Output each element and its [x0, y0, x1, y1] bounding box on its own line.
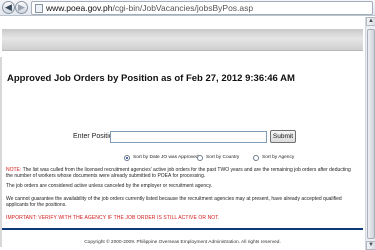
radio-icon[interactable]	[197, 155, 203, 161]
sort-by-country-label: Sort by Country	[206, 155, 240, 160]
page-title: Approved Job Orders by Position as of Fe…	[7, 73, 295, 84]
note-culled: NOTE: The list was culled from the licen…	[6, 167, 358, 179]
footer-divider	[2, 228, 363, 230]
radio-icon[interactable]	[124, 155, 130, 161]
scrollbar-thumb[interactable]	[367, 29, 375, 239]
url-field[interactable]: www.poea.gov.ph/cgi-bin/JobVacancies/job…	[31, 1, 373, 15]
footer-copyright: Copyright © 2000-2009. Philippine Overse…	[84, 240, 281, 245]
back-arrow-icon[interactable]: ◀	[2, 1, 15, 14]
forward-arrow-icon[interactable]: ▶	[15, 1, 28, 14]
position-search-input[interactable]	[110, 131, 267, 143]
top-spacer	[0, 17, 365, 27]
note-culled-text: The list was culled from the licensed re…	[6, 167, 351, 180]
note-prefix: NOTE:	[6, 167, 22, 173]
sort-by-date-label: Sort by Date JO was Approved	[133, 155, 199, 160]
url-domain: www.poea.gov.ph	[46, 3, 113, 13]
note-active: The job orders are considered active unl…	[6, 183, 213, 189]
header-banner	[2, 29, 363, 51]
submit-button[interactable]: Submit	[270, 130, 296, 143]
radio-icon[interactable]	[253, 155, 259, 161]
page-content: Approved Job Orders by Position as of Fe…	[0, 17, 365, 250]
note-important: IMPORTANT: VERIFY WITH THE AGENCY IF THE…	[6, 215, 220, 221]
browser-address-bar: ◀ ▶ www.poea.gov.ph/cgi-bin/JobVacancies…	[0, 0, 375, 16]
url-text: www.poea.gov.ph/cgi-bin/JobVacancies/job…	[46, 3, 253, 14]
page-icon	[35, 4, 43, 13]
vertical-scrollbar[interactable]: ▲ ▼	[365, 17, 375, 250]
left-border	[0, 57, 2, 247]
scroll-down-arrow-icon[interactable]: ▼	[366, 241, 375, 250]
note-guarantee: We cannot guarantee the availability of …	[6, 196, 342, 209]
scroll-up-arrow-icon[interactable]: ▲	[366, 17, 375, 26]
url-path: /cgi-bin/JobVacancies/jobsByPos.asp	[112, 3, 254, 13]
sort-by-agency-label: Sort by Agency	[262, 155, 295, 160]
